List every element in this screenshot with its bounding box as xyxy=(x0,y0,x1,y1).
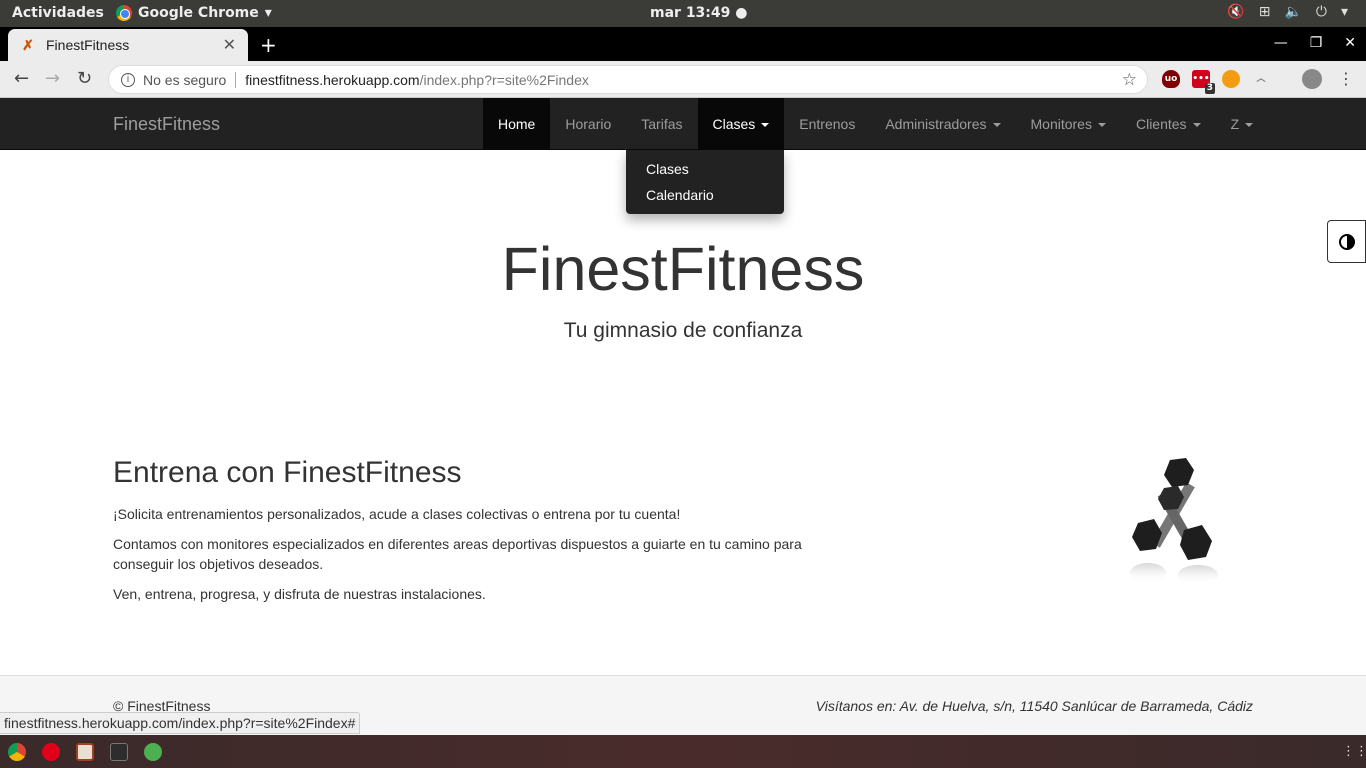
close-tab-icon[interactable]: ✕ xyxy=(223,35,236,55)
nav-tarifas[interactable]: Tarifas xyxy=(626,98,697,150)
clases-dropdown: Clases Calendario xyxy=(626,150,784,214)
dumbbells-image xyxy=(1130,458,1218,585)
forward-icon[interactable]: → xyxy=(45,68,60,89)
info-icon[interactable]: i xyxy=(121,72,135,87)
nav-menu: Home Horario Tarifas Clases Entrenos Adm… xyxy=(483,98,1268,150)
chrome-icon xyxy=(116,5,132,21)
app-menu[interactable]: Google Chrome ▾ xyxy=(116,5,272,21)
dock: ⋮⋮ xyxy=(0,735,1366,768)
show-apps-icon[interactable]: ⋮⋮ xyxy=(1342,744,1366,759)
nav-clases[interactable]: Clases xyxy=(697,98,785,150)
window-controls: — ❐ ✕ xyxy=(1274,35,1356,51)
address: Visítanos en: Av. de Huelva, s/n, 11540 … xyxy=(815,698,1253,714)
opera-dock-icon[interactable] xyxy=(42,743,60,761)
power-icon: ⏻ xyxy=(1315,4,1327,20)
nav-clientes[interactable]: Clientes xyxy=(1121,98,1216,150)
caret-down-icon xyxy=(1245,123,1254,128)
nav-monitores[interactable]: Monitores xyxy=(1016,98,1121,150)
nav-clientes-label: Clientes xyxy=(1135,116,1187,132)
back-icon[interactable]: ← xyxy=(14,68,29,89)
files-dock-icon[interactable] xyxy=(76,743,94,761)
clock[interactable]: mar 13:49 ● xyxy=(650,5,747,21)
bookmark-star-icon[interactable]: ☆ xyxy=(1122,70,1137,90)
profile-avatar[interactable] xyxy=(1302,69,1322,89)
extension-badge: 3 xyxy=(1204,83,1215,94)
chrome-dock-icon[interactable] xyxy=(8,743,26,761)
url-path: /index.php?r=site%2Findex xyxy=(419,71,589,88)
ublock-icon[interactable]: uo xyxy=(1162,70,1180,88)
caret-down-icon xyxy=(992,123,1001,128)
navbar-brand[interactable]: FinestFitness xyxy=(113,114,220,135)
section-heading: Entrena con FinestFitness xyxy=(113,456,462,489)
extension-badge-icon[interactable]: ••• 3 xyxy=(1192,70,1215,94)
caret-down-icon xyxy=(1192,123,1201,128)
dropdown-item-calendario[interactable]: Calendario xyxy=(626,182,784,208)
hero-subtitle: Tu gimnasio de confianza xyxy=(563,319,803,342)
nav-user[interactable]: Z xyxy=(1216,98,1269,150)
nav-administradores[interactable]: Administradores xyxy=(870,98,1015,150)
browser-toolbar: ← → ↻ i No es seguro finestfitness.herok… xyxy=(0,61,1366,98)
orange-extension-icon[interactable] xyxy=(1222,70,1240,88)
browser-tab[interactable]: ✗ FinestFitness ✕ xyxy=(8,29,248,61)
app-menu-label: Google Chrome xyxy=(138,5,259,21)
terminal-dock-icon[interactable] xyxy=(110,743,128,761)
caret-down-icon xyxy=(761,123,770,128)
reload-icon[interactable]: ↻ xyxy=(77,68,92,89)
paragraph: ¡Solicita entrenamientos personalizados,… xyxy=(113,506,681,522)
favicon-icon: ✗ xyxy=(22,37,34,53)
nav-monitores-label: Monitores xyxy=(1030,116,1092,132)
link-status-bubble: finestfitness.herokuapp.com/index.php?r=… xyxy=(0,712,361,734)
menu-icon[interactable]: ⋮ xyxy=(1338,69,1354,88)
site-navbar: FinestFitness Home Horario Tarifas Clase… xyxy=(0,98,1366,150)
network-icon: ⊞ xyxy=(1258,4,1271,20)
separator xyxy=(235,71,237,88)
paragraph: Contamos con monitores especializados en… xyxy=(113,536,802,572)
minimize-icon[interactable]: — xyxy=(1274,35,1288,51)
nav-clases-label: Clases xyxy=(712,116,756,132)
restore-icon[interactable]: ❐ xyxy=(1310,35,1323,51)
caret-down-icon xyxy=(1097,123,1106,128)
volume-icon: 🔈 xyxy=(1284,4,1302,20)
main-content: Entrena con FinestFitness ¡Solicita entr… xyxy=(113,456,813,614)
nav-horario[interactable]: Horario xyxy=(550,98,626,150)
hero-title: FinestFitness xyxy=(501,235,865,303)
nav-administradores-label: Administradores xyxy=(885,116,987,132)
nav-home[interactable]: Home xyxy=(483,98,551,150)
wave-extension-icon[interactable]: ︿ xyxy=(1252,70,1270,88)
nav-entrenos[interactable]: Entrenos xyxy=(784,98,870,150)
address-bar[interactable]: i No es seguro finestfitness.herokuapp.c… xyxy=(108,65,1148,94)
nav-user-label: Z xyxy=(1230,116,1240,132)
chevron-down-icon: ▾ xyxy=(264,5,272,21)
tab-strip: ✗ FinestFitness ✕ + — ❐ ✕ xyxy=(0,27,1366,61)
url-host: finestfitness.herokuapp.com xyxy=(245,71,420,88)
new-tab-button[interactable]: + xyxy=(260,33,277,57)
mute-icon: 🔇 xyxy=(1227,4,1245,20)
security-label: No es seguro xyxy=(143,71,227,88)
close-window-icon[interactable]: ✕ xyxy=(1344,35,1356,51)
app-dock-icon[interactable] xyxy=(144,743,162,761)
activities-button[interactable]: Actividades xyxy=(12,5,104,21)
paragraph: Ven, entrena, progresa, y disfruta de nu… xyxy=(113,586,486,602)
chevron-down-icon: ▾ xyxy=(1340,4,1348,20)
system-tray[interactable]: 🔇 ⊞ 🔈 ⏻ ▾ xyxy=(1227,4,1348,20)
extensions: uo ••• 3 ︿ xyxy=(1162,70,1270,94)
tab-title: FinestFitness xyxy=(46,37,130,53)
dropdown-item-clases[interactable]: Clases xyxy=(626,156,784,182)
system-top-bar: Actividades Google Chrome ▾ mar 13:49 ● … xyxy=(0,0,1366,27)
